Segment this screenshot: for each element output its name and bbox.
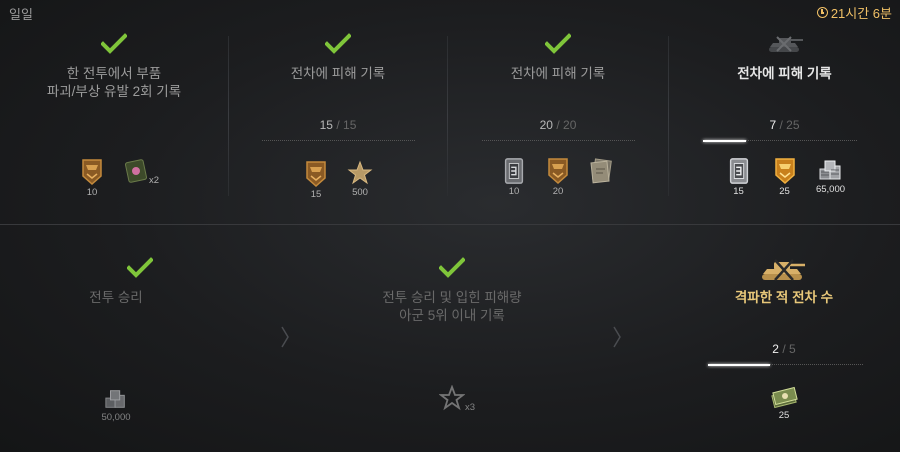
mission-title: 전차에 피해 기록 [510,66,606,81]
credits-icon [105,390,125,408]
mission-card[interactable]: 전투 승리 50,000 [0,225,280,452]
checkmark-icon [101,33,127,54]
reward-item[interactable]: x2 [121,158,159,198]
daily-missions-panel: 일일 21시간 6분 한 전투에서 부품 파괴/부상 유발 2회 기록 10 x… [0,0,900,452]
reward-item[interactable]: 25 [770,157,800,197]
star-icon [347,160,373,185]
progress-counter: 15 / 15 [319,118,357,132]
reward-item[interactable]: 15 [301,160,331,200]
reward-item[interactable]: 50,000 [101,387,131,427]
mission-title: 한 전투에서 부품 파괴/부상 유발 2회 기록 [46,66,182,99]
progress-fill [703,140,747,142]
mission-title: 격파한 적 전차 수 [734,290,834,305]
reward-item[interactable]: 25 [769,385,799,425]
blueprint-icon [590,158,612,184]
reward-list: 10 x2 [0,158,228,198]
progress-counter: 20 / 20 [539,118,577,132]
mission-title: 전투 승리 및 입힌 피해량 아군 5위 이내 기록 [382,290,522,323]
tank-icon [768,36,803,52]
reward-list: 10 20 [448,157,668,197]
bonds-icon [771,386,798,409]
checkmark-icon [325,33,351,54]
reward-item[interactable]: 15 [724,157,754,197]
checkmark-icon [439,257,465,278]
reward-item[interactable]: 10 [77,158,107,198]
mission-title: 전차에 피해 기록 [737,66,832,81]
reward-list: 15 25 65,000 [669,157,900,197]
reward-item[interactable]: x3 [437,385,475,425]
credits-icon [819,160,840,180]
progress-bar [703,140,857,142]
bronze-badge-icon [548,158,568,185]
progress-counter: 7 / 25 [769,118,800,132]
progress-fill [708,364,770,366]
mission-card-active[interactable]: 격파한 적 전차 수 2 / 5 25 [624,225,900,452]
progress-bar [262,140,415,141]
crew-book-icon [124,159,148,183]
reward-item[interactable]: 20 [543,157,573,197]
silver-badge-icon [729,158,748,184]
mission-title: 전차에 피해 기록 [290,66,386,81]
checkmark-icon [545,33,571,54]
reward-list: x3 [292,385,612,425]
star-outline-icon [439,385,465,411]
reward-item[interactable]: 500 [345,160,375,200]
silver-badge-icon [504,158,524,184]
mission-card[interactable]: 전투 승리 및 입힌 피해량 아군 5위 이내 기록 x3 [292,225,612,452]
bronze-badge-icon [306,161,326,188]
mission-card-active[interactable]: 전차에 피해 기록 7 / 25 15 25 65,000 [669,0,900,224]
mission-title: 전투 승리 [89,290,143,305]
mission-card[interactable]: 전차에 피해 기록 20 / 20 10 20 [448,0,668,224]
reward-list: 50,000 [0,387,280,427]
checkmark-icon [127,257,153,278]
mission-card[interactable]: 전차에 피해 기록 15 / 15 15 500 [229,0,447,224]
chevron-right-icon [613,326,621,348]
reward-list: 15 500 [229,160,447,200]
gold-badge-icon [774,158,795,185]
mission-card[interactable]: 한 전투에서 부품 파괴/부상 유발 2회 기록 10 x2 [0,0,228,224]
progress-bar [482,140,635,141]
progress-counter: 2 / 5 [772,342,796,356]
tank-kill-icon [762,259,805,281]
bronze-badge-icon [82,159,102,186]
reward-item[interactable] [587,157,617,197]
chevron-right-icon [281,326,289,348]
reward-item[interactable]: 65,000 [816,157,846,197]
progress-bar [708,364,863,366]
reward-item[interactable]: 10 [499,157,529,197]
reward-list: 25 [668,385,900,425]
